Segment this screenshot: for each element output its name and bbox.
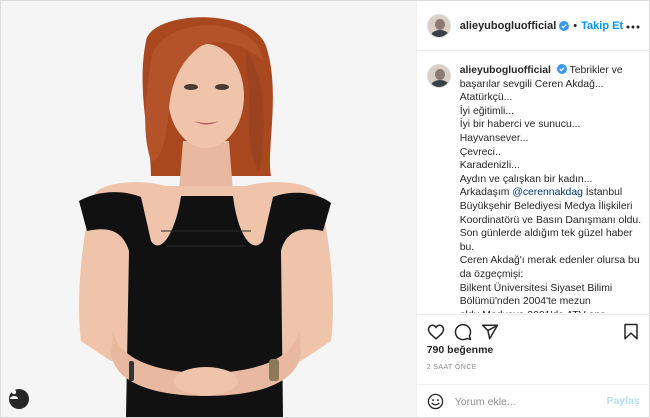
save-icon[interactable] (622, 323, 640, 341)
mention-link[interactable]: @cerennakdag (512, 187, 583, 198)
caption-line: Atatürkçü... (459, 92, 513, 104)
woman-portrait-image (1, 1, 416, 417)
caption-line: Bilkent Üniversitesi Siyaset Bilimi Bölü… (459, 282, 613, 314)
caption-line: Çevreci.. (459, 146, 501, 158)
caption-username[interactable]: alieyubogluofficial (460, 65, 551, 76)
post-photo[interactable] (1, 1, 417, 417)
username-link[interactable]: alieyubogluofficial (460, 20, 557, 32)
comment-icon[interactable] (454, 323, 472, 341)
post-comment-button[interactable]: Paylaş (606, 395, 639, 407)
caption-line: Hayvansever... (459, 132, 529, 144)
caption-mention-line: Arkadaşım @cerennakdag İstanbul Büyükşeh… (460, 186, 642, 227)
post-header: alieyubogluofficial • Takip Et (416, 1, 650, 51)
verified-badge-icon (556, 64, 567, 74)
caption-avatar[interactable] (426, 64, 451, 88)
post-timestamp[interactable]: 2 SAAT ÖNCE (427, 364, 477, 371)
post-sidebar: alieyubogluofficial • Takip Et alieyubog… (416, 1, 650, 417)
share-icon[interactable] (481, 323, 499, 341)
caption-line: Karadenizli... (459, 160, 520, 172)
instagram-post: alieyubogluofficial • Takip Et alieyubog… (0, 0, 650, 418)
caption-text: alieyubogluofficial Tebrikler ve başarıl… (460, 64, 642, 313)
caption-line: Ceren Akdağ'ı merak edenler olursa bu da… (459, 255, 640, 280)
caption-section: alieyubogluofficial Tebrikler ve başarıl… (417, 51, 650, 313)
likes-count[interactable]: 790 beğenme (427, 344, 494, 356)
caption-line: İyi eğitimli... (459, 105, 514, 117)
caption-mention-prefix: Arkadaşım (459, 187, 513, 199)
emoji-icon[interactable] (427, 393, 444, 410)
caption-line: Son günlerde aldığım tek güzel haber bu. (459, 228, 633, 253)
heart-icon[interactable] (427, 323, 445, 341)
avatar[interactable] (426, 13, 451, 38)
caption-line: İyi bir haberci ve sunucu... (459, 119, 581, 131)
verified-badge-icon (559, 20, 570, 31)
comment-bar: Paylaş (416, 384, 650, 417)
caption-line: Aydın ve çalışkan bir kadın... (459, 173, 593, 185)
follow-button[interactable]: Takip Et (581, 20, 623, 32)
user-tag-icon[interactable] (9, 389, 29, 409)
comment-input[interactable] (454, 394, 595, 410)
separator-dot: • (573, 19, 578, 32)
more-options-icon[interactable] (626, 15, 640, 35)
